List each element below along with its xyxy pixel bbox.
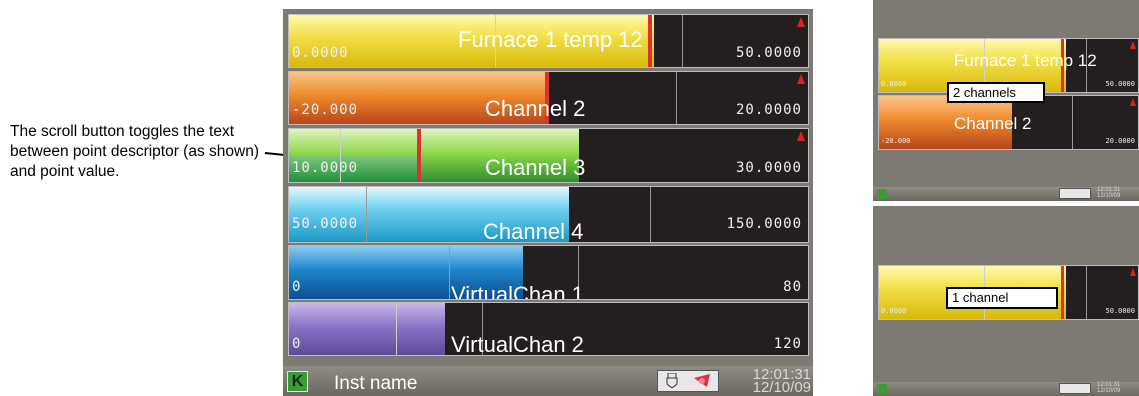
mini-screen-one-channel: 0.0000 50.0000 1 channel 12:01:31 12/10/… (873, 206, 1139, 396)
point-descriptor: VirtualChan 2 (451, 332, 584, 356)
channel-bar-6[interactable]: 0 120 VirtualChan 2 (288, 302, 809, 356)
alarm-triangle-icon (797, 131, 805, 141)
usb-icon (666, 373, 678, 388)
date: 12/10/09 (1097, 193, 1121, 199)
main-screen: 0.0000 50.0000 Furnace 1 temp 12 -20.000… (283, 9, 813, 396)
k-logo-icon (877, 189, 887, 199)
point-descriptor: Channel 3 (485, 155, 586, 180)
scale-min: 50.0000 (292, 216, 359, 232)
channel-bar-3[interactable]: 10.0000 30.0000 Channel 3 (288, 128, 809, 183)
point-descriptor: VirtualChan 1 (451, 282, 584, 300)
mini-channel-bar-2: -20.000 20.0000 Channel 2 (878, 95, 1139, 150)
scale-max: 30.0000 (735, 160, 802, 176)
instrument-name: Inst name (334, 373, 418, 394)
alarm-triangle-icon (1130, 268, 1136, 276)
two-channels-label: 2 channels (947, 82, 1045, 103)
channel-bar-1[interactable]: 0.0000 50.0000 Furnace 1 temp 12 (288, 14, 809, 68)
alarm-triangle-icon (797, 74, 805, 84)
status-icon-box (1059, 188, 1091, 199)
scale-min: 0 (292, 279, 302, 295)
k-logo-icon[interactable]: K (287, 371, 308, 392)
scale-min: 0 (292, 336, 302, 352)
one-channel-label: 1 channel (946, 287, 1058, 309)
point-descriptor: Furnace 1 temp 12 (954, 51, 1097, 70)
point-descriptor: Channel 4 (483, 219, 584, 243)
date: 12/10/09 (752, 379, 811, 396)
scale-max: 80 (783, 279, 802, 295)
channel-bar-2[interactable]: -20.000 20.0000 Channel 2 (288, 71, 809, 125)
scale-max: 120 (773, 336, 802, 352)
mini-screen-two-channels: 0.0000 50.0000 Furnace 1 temp 12 -20.000… (873, 0, 1139, 201)
scale-max: 20.0000 (735, 102, 802, 118)
clock: 12:01:31 12/10/09 (1097, 382, 1120, 394)
alarm-gauge-icon (694, 374, 710, 387)
scale-max: 50.0000 (1105, 80, 1135, 88)
status-bar: K Inst name 12:01:31 12/10/09 (283, 366, 813, 396)
point-descriptor: Channel 2 (954, 114, 1032, 133)
clock: 12:01:31 12/10/09 (741, 367, 811, 396)
scale-min: -20.000 (292, 102, 359, 118)
scale-min: 0.0000 (292, 45, 349, 61)
point-descriptor: Channel 2 (485, 96, 586, 121)
scale-min: 10.0000 (292, 160, 359, 176)
clock: 12:01:31 12/10/09 (1097, 187, 1120, 199)
mini-status-bar: 12:01:31 12/10/09 (873, 382, 1139, 396)
scale-max: 20.0000 (1105, 137, 1135, 145)
status-icon-box[interactable] (657, 370, 719, 392)
scale-min: 0.0000 (881, 80, 907, 88)
channel-bar-4[interactable]: 50.0000 150.0000 Channel 4 (288, 186, 809, 243)
date: 12/10/09 (1097, 388, 1121, 394)
alarm-triangle-icon (1130, 41, 1136, 49)
alarm-triangle-icon (797, 17, 805, 27)
scale-max: 150.0000 (726, 216, 802, 232)
status-icon-box (1059, 383, 1091, 394)
scale-min: 0.0000 (881, 307, 907, 315)
scale-max: 50.0000 (1105, 307, 1135, 315)
scale-max: 50.0000 (735, 45, 802, 61)
scale-min: -20.000 (881, 137, 911, 145)
channel-bar-5[interactable]: 0 80 VirtualChan 1 (288, 245, 809, 300)
alarm-triangle-icon (1130, 98, 1136, 106)
mini-status-bar: 12:01:31 12/10/09 (873, 187, 1139, 201)
k-logo-icon (877, 384, 887, 394)
point-descriptor: Furnace 1 temp 12 (458, 27, 643, 52)
